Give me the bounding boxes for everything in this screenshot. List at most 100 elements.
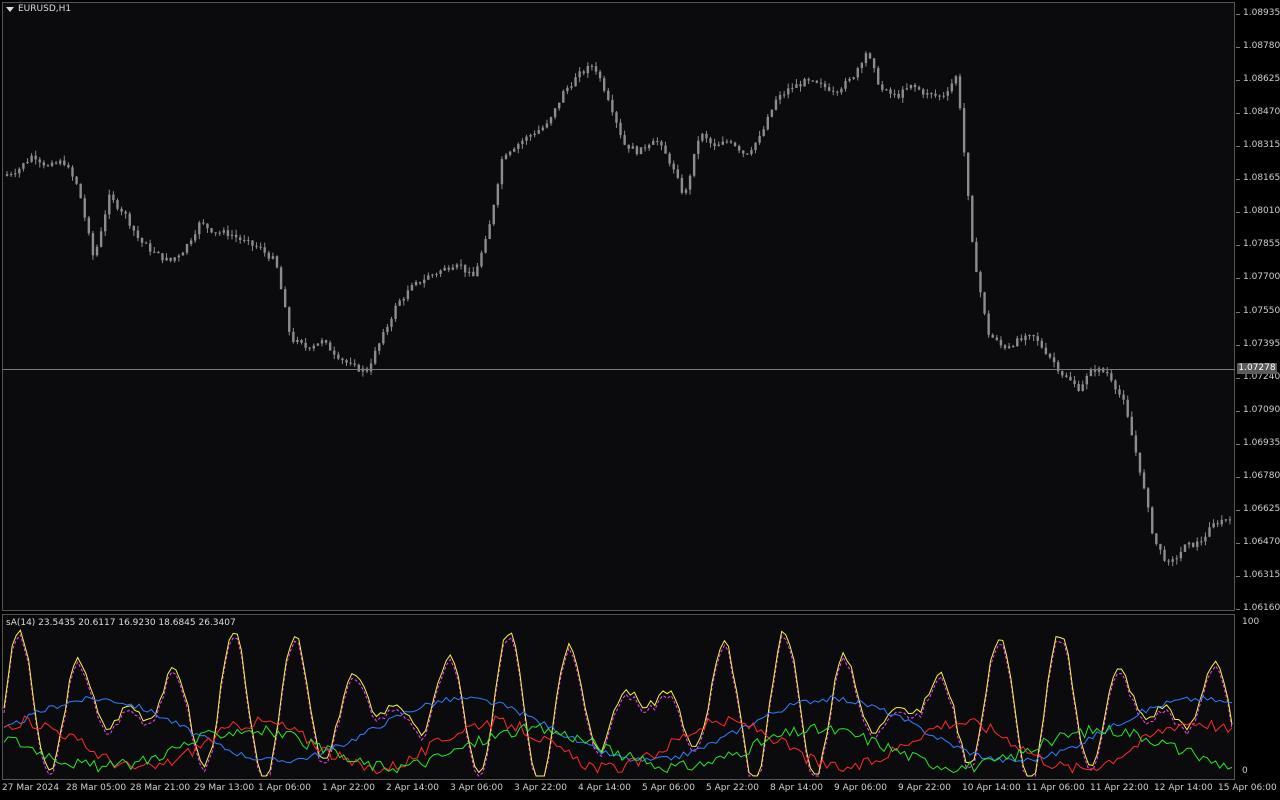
candle-body (1036, 336, 1039, 341)
candle-body (656, 140, 659, 142)
candle-body (574, 77, 577, 87)
price-axis-tick (1236, 212, 1240, 214)
price-axis-label: 1.08470 (1243, 107, 1280, 118)
candle-body (684, 189, 688, 193)
candle-body (966, 152, 970, 196)
candle-body (349, 362, 352, 364)
candle-body (54, 162, 58, 164)
candle-body (169, 257, 172, 261)
candle-body (157, 251, 160, 254)
candle-body (754, 142, 757, 151)
candle-body (1077, 383, 1080, 391)
candle-body (991, 334, 994, 338)
candle-body (222, 230, 226, 233)
price-axis-label: 1.08315 (1243, 140, 1280, 151)
time-axis-label: 5 Apr 22:00 (706, 783, 759, 793)
candle-body (1130, 416, 1133, 436)
candle-body (1167, 560, 1170, 562)
candle-body (390, 318, 393, 327)
candle-body (582, 71, 585, 74)
candle-body (124, 211, 127, 214)
candle-body (488, 224, 491, 240)
candle-body (451, 267, 455, 270)
candle-body (868, 53, 872, 59)
candle-body (807, 78, 810, 81)
candle-body (275, 256, 279, 268)
candle-body (1110, 373, 1113, 381)
candle-body (1204, 536, 1207, 542)
candle-body (643, 147, 647, 149)
candle-body (1220, 519, 1223, 525)
price-axis-label: 1.08780 (1243, 41, 1280, 52)
candle-body (1101, 368, 1105, 372)
candle-body (832, 90, 835, 92)
candle-body (181, 252, 185, 256)
price-axis[interactable]: 1.08935 1.08780 1.08625 1.08470 1.08315 1.081… (1236, 0, 1280, 613)
price-axis-tick (1236, 443, 1240, 445)
candle-body (787, 88, 790, 95)
candle-body (934, 93, 937, 96)
candle-body (116, 200, 119, 209)
candle-body (725, 141, 729, 143)
candle-body (63, 160, 66, 165)
price-axis-label: 1.08165 (1243, 173, 1280, 184)
candle-body (71, 167, 74, 177)
candle-body (647, 144, 651, 149)
candle-body (508, 151, 512, 155)
candle-body (697, 140, 700, 154)
candle-body (770, 109, 774, 117)
candle-body (136, 230, 140, 238)
price-axis-tick (1236, 377, 1240, 379)
candle-body (361, 368, 365, 372)
indicator-axis[interactable]: 100 0 (1236, 614, 1280, 780)
candle-body (979, 272, 982, 293)
candle-body (1097, 368, 1101, 372)
candle-body (46, 165, 50, 167)
candle-body (410, 285, 414, 291)
candle-body (144, 242, 148, 244)
candle-body (267, 252, 271, 259)
candle-body (1163, 549, 1166, 561)
candle-body (353, 363, 356, 365)
candle-body (443, 267, 446, 271)
price-axis-tick (1236, 80, 1240, 82)
time-axis-label: 15 Apr 06:00 (1218, 783, 1277, 793)
candle-body (713, 143, 716, 147)
price-axis-tick (1236, 14, 1240, 15)
candle-body (688, 175, 692, 190)
candle-body (439, 270, 442, 274)
time-axis[interactable]: 27 Mar 2024 28 Mar 05:00 28 Mar 21:00 29 Ma… (0, 780, 1277, 800)
candle-body (382, 332, 385, 344)
candle-body (856, 68, 859, 78)
candle-body (1016, 338, 1019, 347)
candle-body (537, 130, 540, 134)
candle-body (304, 342, 307, 348)
candle-body (840, 88, 843, 93)
candle-body (324, 340, 328, 343)
candle-body (971, 195, 974, 242)
symbol-title[interactable]: EURUSD,H1 (6, 4, 71, 14)
price-axis-label: 1.08625 (1243, 74, 1280, 85)
price-axis-tick (1236, 476, 1240, 478)
candle-body (414, 281, 418, 286)
candle-body (504, 154, 508, 160)
candle-body (819, 82, 823, 84)
candle-body (492, 204, 495, 225)
price-axis-label: 1.07395 (1243, 338, 1280, 349)
chevron-down-icon[interactable] (6, 6, 14, 12)
candle-body (500, 159, 504, 185)
candle-body (271, 256, 275, 259)
candle-body (758, 135, 761, 143)
candle-body (594, 66, 598, 72)
candle-body (598, 71, 602, 79)
candle-body (701, 133, 704, 141)
candle-body (639, 147, 643, 155)
candle-body (782, 94, 786, 96)
price-axis-label: 1.07855 (1243, 239, 1280, 250)
candle-body (619, 122, 622, 136)
candle-body (1085, 376, 1089, 385)
candle-body (1191, 542, 1195, 547)
candle-body (38, 159, 41, 163)
price-axis-tick (1236, 146, 1240, 148)
candle-body (1089, 369, 1093, 377)
